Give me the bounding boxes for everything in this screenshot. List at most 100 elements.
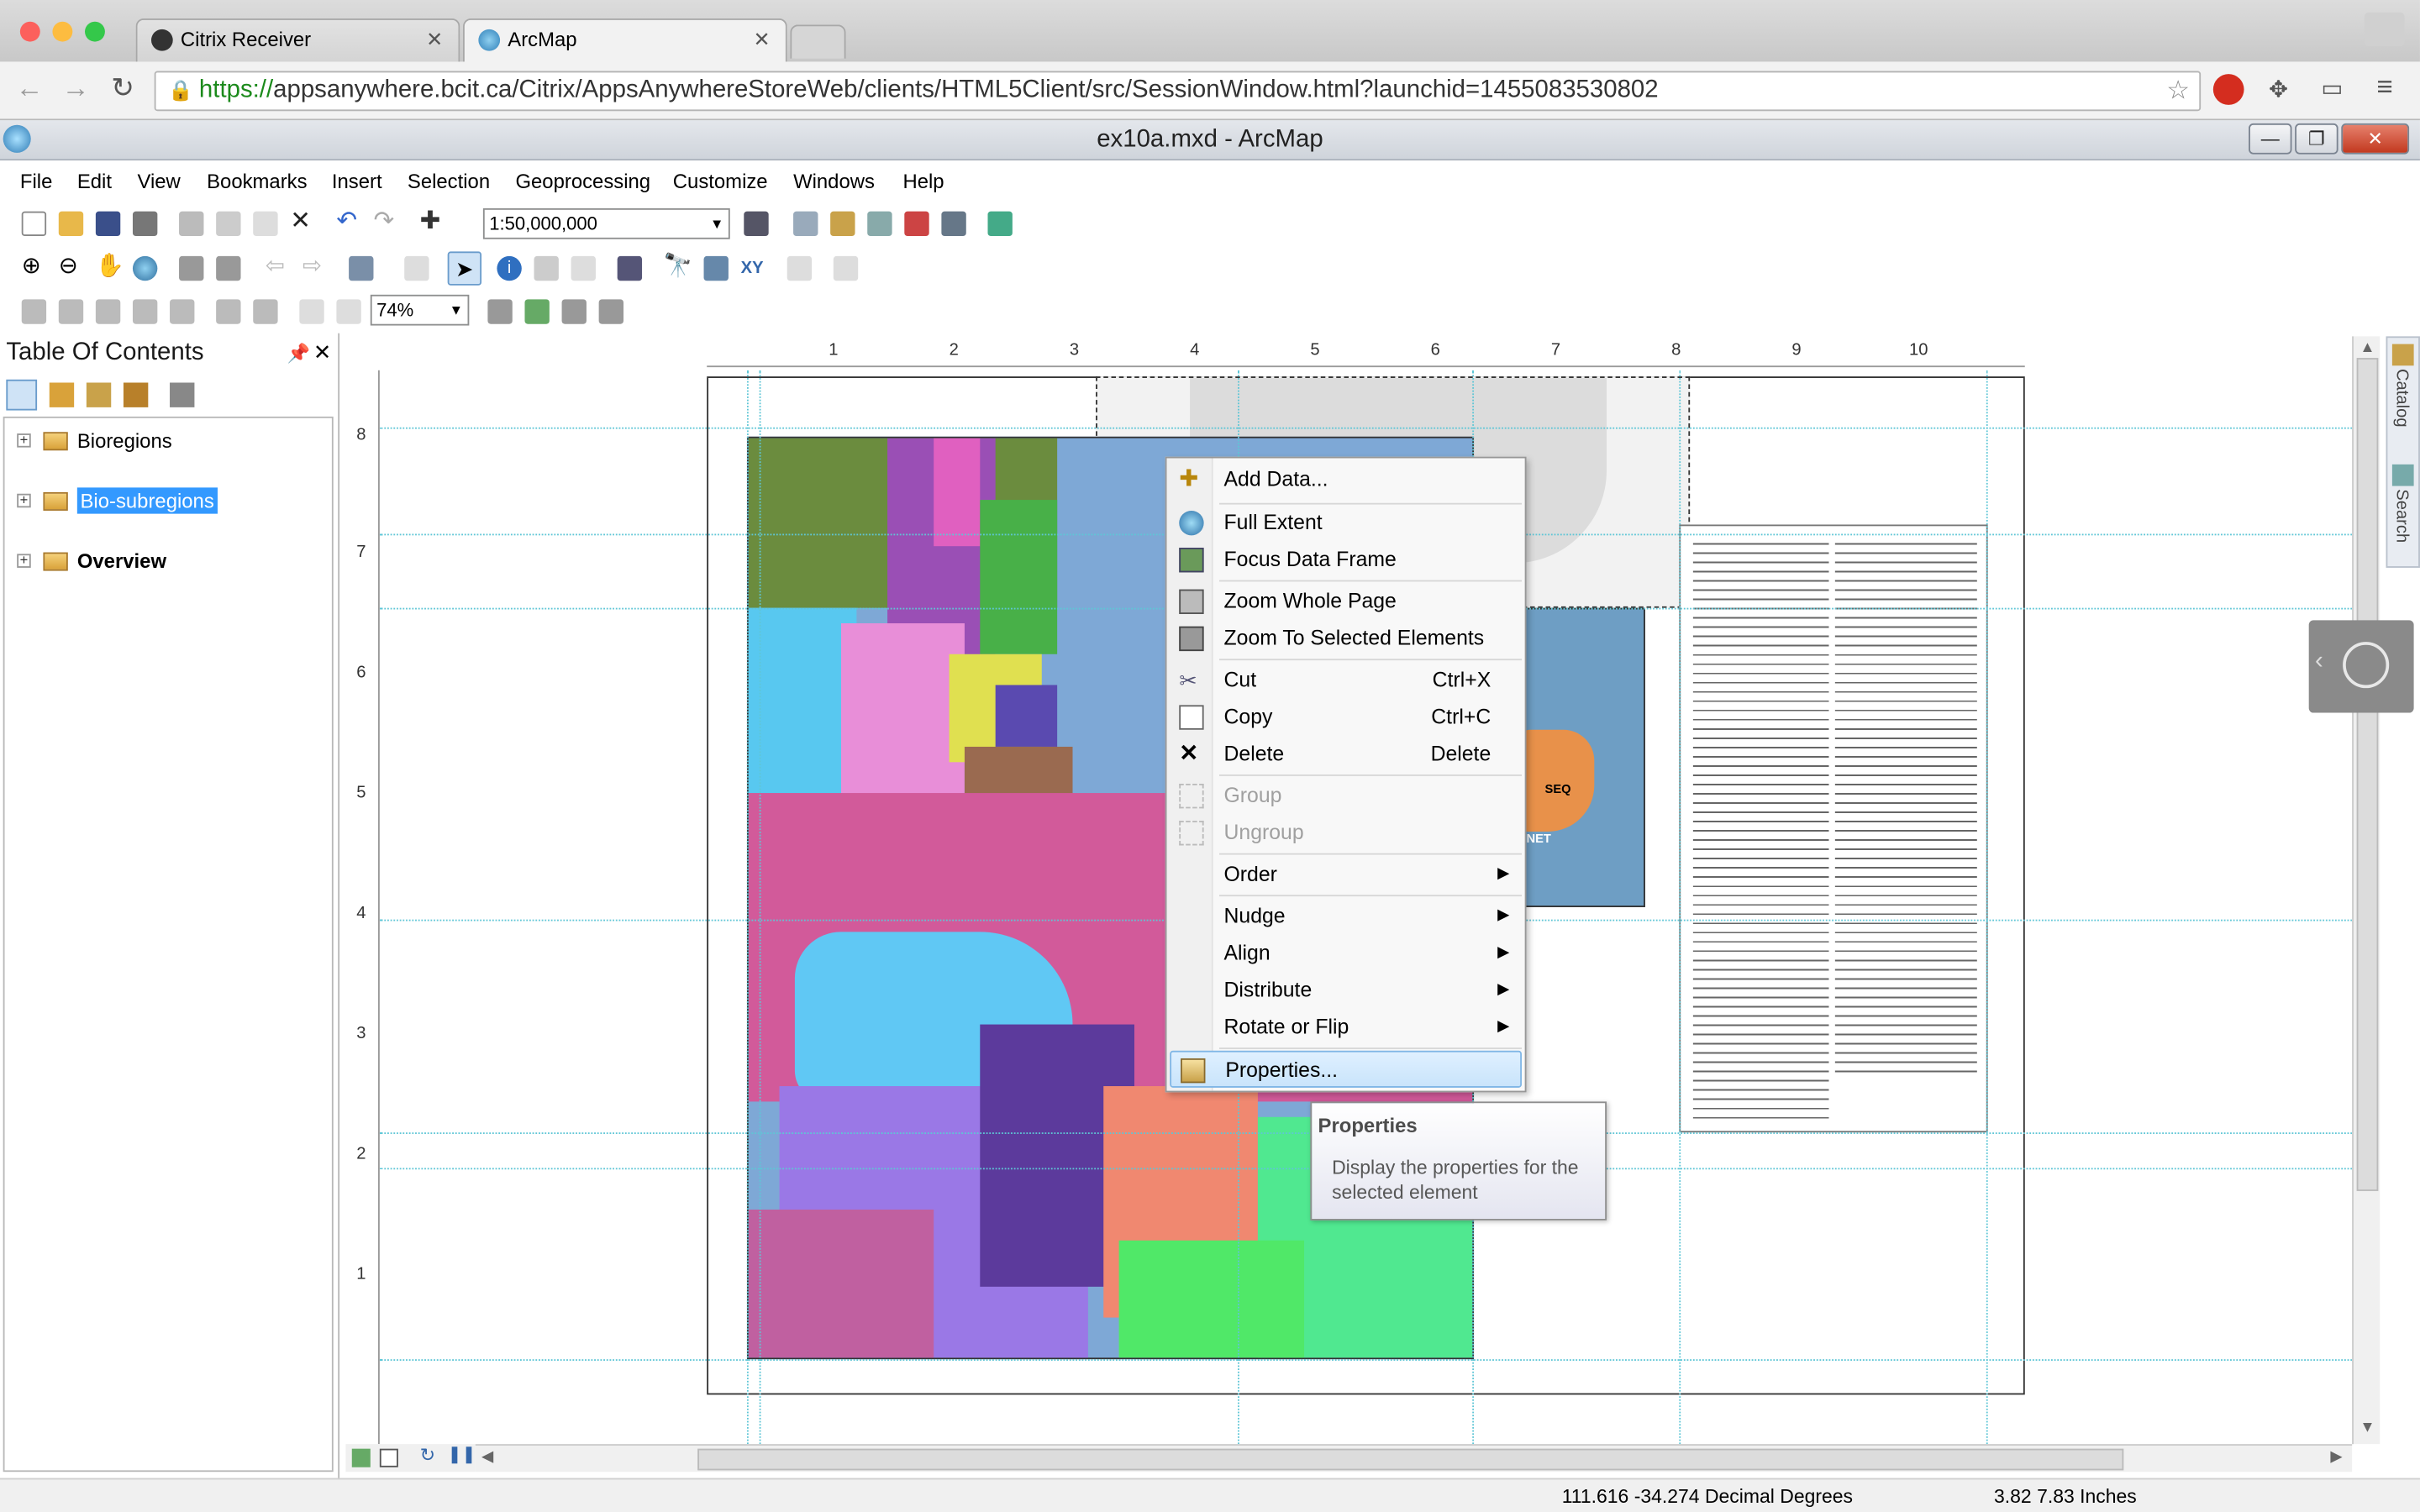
menu-edit[interactable]: Edit: [77, 170, 112, 193]
expand-icon[interactable]: +: [17, 493, 31, 508]
close-button[interactable]: ✕: [2341, 123, 2410, 155]
identify-icon[interactable]: i: [497, 255, 522, 281]
extension-icon[interactable]: ✥: [2269, 76, 2288, 103]
add-data-icon[interactable]: ✚: [420, 209, 445, 236]
menu-customize[interactable]: Customize: [673, 170, 768, 193]
fixed-zoom-out-icon[interactable]: [216, 255, 241, 281]
zoom-in-icon[interactable]: ⊕: [22, 255, 46, 281]
redo-icon[interactable]: ↷: [373, 209, 397, 236]
new-document-icon[interactable]: [21, 211, 47, 237]
horizontal-scrollbar[interactable]: ◀ ▶: [475, 1444, 2353, 1473]
scroll-up-icon[interactable]: ▲: [2360, 339, 2375, 356]
create-viewer-icon[interactable]: [833, 255, 859, 281]
opera-extension-icon[interactable]: [2212, 74, 2244, 105]
layout-view-icon[interactable]: [379, 1448, 398, 1467]
list-by-selection-icon[interactable]: [123, 382, 149, 407]
map-scale-combo[interactable]: 1:50,000,000 ▼: [482, 207, 730, 239]
refresh-icon[interactable]: ↻: [420, 1444, 435, 1466]
close-tab-icon[interactable]: ✕: [426, 20, 443, 60]
catalog-icon[interactable]: [2391, 344, 2414, 366]
search-window-icon[interactable]: [867, 211, 892, 237]
menu-item-zoom-whole-page[interactable]: Zoom Whole Page: [1170, 583, 1522, 620]
scroll-right-icon[interactable]: ▶: [2330, 1449, 2342, 1466]
menu-bookmarks[interactable]: Bookmarks: [207, 170, 307, 193]
menu-item-copy[interactable]: Copy Ctrl+C: [1170, 699, 1522, 736]
layer-bio-subregions[interactable]: + Bio-subregions: [17, 487, 218, 514]
menu-item-zoom-to-selected[interactable]: Zoom To Selected Elements: [1170, 620, 1522, 657]
menu-item-nudge[interactable]: Nudge ▶: [1170, 898, 1522, 935]
menu-item-add-data[interactable]: ✚ Add Data...: [1170, 461, 1522, 498]
clear-selection-icon[interactable]: [404, 255, 429, 281]
zoom-out-icon[interactable]: ⊖: [59, 255, 83, 281]
editor-toolbar-icon[interactable]: [744, 211, 769, 237]
layer-bioregions[interactable]: + Bioregions: [17, 428, 172, 452]
menu-item-cut[interactable]: ✂ Cut Ctrl+X: [1170, 662, 1522, 699]
menu-item-rotate-or-flip[interactable]: Rotate or Flip ▶: [1170, 1009, 1522, 1046]
search-icon[interactable]: [2391, 464, 2414, 486]
chrome-menu-icon[interactable]: ≡: [2377, 71, 2393, 103]
cast-icon[interactable]: ▭: [2321, 74, 2343, 102]
menu-item-align[interactable]: Align ▶: [1170, 935, 1522, 972]
layout-pan-icon[interactable]: [95, 299, 121, 324]
measure-icon[interactable]: [617, 255, 643, 281]
arctoolbox-icon[interactable]: [904, 211, 929, 237]
menu-help[interactable]: Help: [902, 170, 944, 193]
data-view-icon[interactable]: [351, 1448, 371, 1467]
menu-geoprocessing[interactable]: Geoprocessing: [515, 170, 650, 193]
zoom-window-dot[interactable]: [85, 21, 105, 42]
cut-icon[interactable]: [179, 211, 204, 237]
pin-icon[interactable]: 📌: [287, 343, 310, 365]
catalog-window-icon[interactable]: [830, 211, 855, 237]
list-by-source-icon[interactable]: [49, 382, 75, 407]
address-bar[interactable]: 🔒 https://appsanywhere.bcit.ca/Citrix/Ap…: [154, 71, 2202, 112]
menu-item-properties[interactable]: Properties...: [1170, 1050, 1522, 1088]
scroll-down-icon[interactable]: ▼: [2360, 1420, 2375, 1436]
go-to-xy-icon[interactable]: XY: [741, 256, 765, 281]
expand-icon[interactable]: +: [17, 433, 31, 448]
close-tab-icon[interactable]: ✕: [753, 20, 770, 60]
hyperlink-icon[interactable]: [534, 255, 559, 281]
next-extent-icon[interactable]: [336, 299, 361, 324]
data-driven-pages-icon[interactable]: [598, 299, 624, 324]
scroll-thumb[interactable]: [2356, 358, 2379, 1191]
paste-icon[interactable]: [253, 211, 278, 237]
menu-item-focus-data-frame[interactable]: Focus Data Frame: [1170, 542, 1522, 579]
profile-icon[interactable]: [2364, 12, 2405, 47]
focus-data-frame-icon[interactable]: [524, 299, 550, 324]
back-icon[interactable]: ←: [15, 72, 43, 105]
close-icon[interactable]: ✕: [313, 339, 332, 365]
print-icon[interactable]: [132, 211, 158, 237]
select-elements-icon[interactable]: ➤: [447, 251, 482, 286]
scroll-left-icon[interactable]: ◀: [481, 1449, 493, 1466]
minimize-button[interactable]: —: [2249, 123, 2292, 155]
menu-item-distribute[interactable]: Distribute ▶: [1170, 972, 1522, 1009]
close-window-dot[interactable]: [19, 21, 40, 42]
menu-insert[interactable]: Insert: [332, 170, 382, 193]
full-extent-icon[interactable]: [132, 255, 158, 281]
tab-citrix-receiver[interactable]: Citrix Receiver ✕: [135, 18, 460, 62]
time-slider-icon[interactable]: [786, 255, 813, 281]
open-folder-icon[interactable]: [58, 211, 84, 237]
menu-item-full-extent[interactable]: Full Extent: [1170, 505, 1522, 542]
menu-item-delete[interactable]: ✕ Delete Delete: [1170, 736, 1522, 773]
select-features-icon[interactable]: [349, 255, 374, 281]
new-tab-button[interactable]: [790, 24, 846, 59]
find-route-icon[interactable]: [703, 255, 729, 281]
zoom-100-icon[interactable]: [170, 299, 195, 324]
previous-extent-icon[interactable]: [299, 299, 324, 324]
layout-zoom-combo[interactable]: 74% ▼: [370, 294, 470, 326]
restore-button[interactable]: ❐: [2295, 123, 2338, 155]
zoom-whole-page-icon[interactable]: [132, 299, 158, 324]
pause-icon[interactable]: ❚❚: [448, 1444, 476, 1464]
layer-overview[interactable]: + Overview: [17, 548, 166, 573]
expand-icon[interactable]: +: [17, 554, 31, 569]
catalog-tab[interactable]: Catalog: [2392, 369, 2411, 428]
minimize-window-dot[interactable]: [52, 21, 73, 42]
search-tab[interactable]: Search: [2392, 489, 2411, 543]
python-window-icon[interactable]: [941, 211, 966, 237]
save-icon[interactable]: [95, 211, 121, 237]
menu-file[interactable]: File: [20, 170, 52, 193]
fixed-zoom-in-icon[interactable]: [179, 255, 204, 281]
back-extent-icon[interactable]: ⇦: [266, 255, 290, 281]
layout-zoom-in-icon[interactable]: [21, 299, 47, 324]
